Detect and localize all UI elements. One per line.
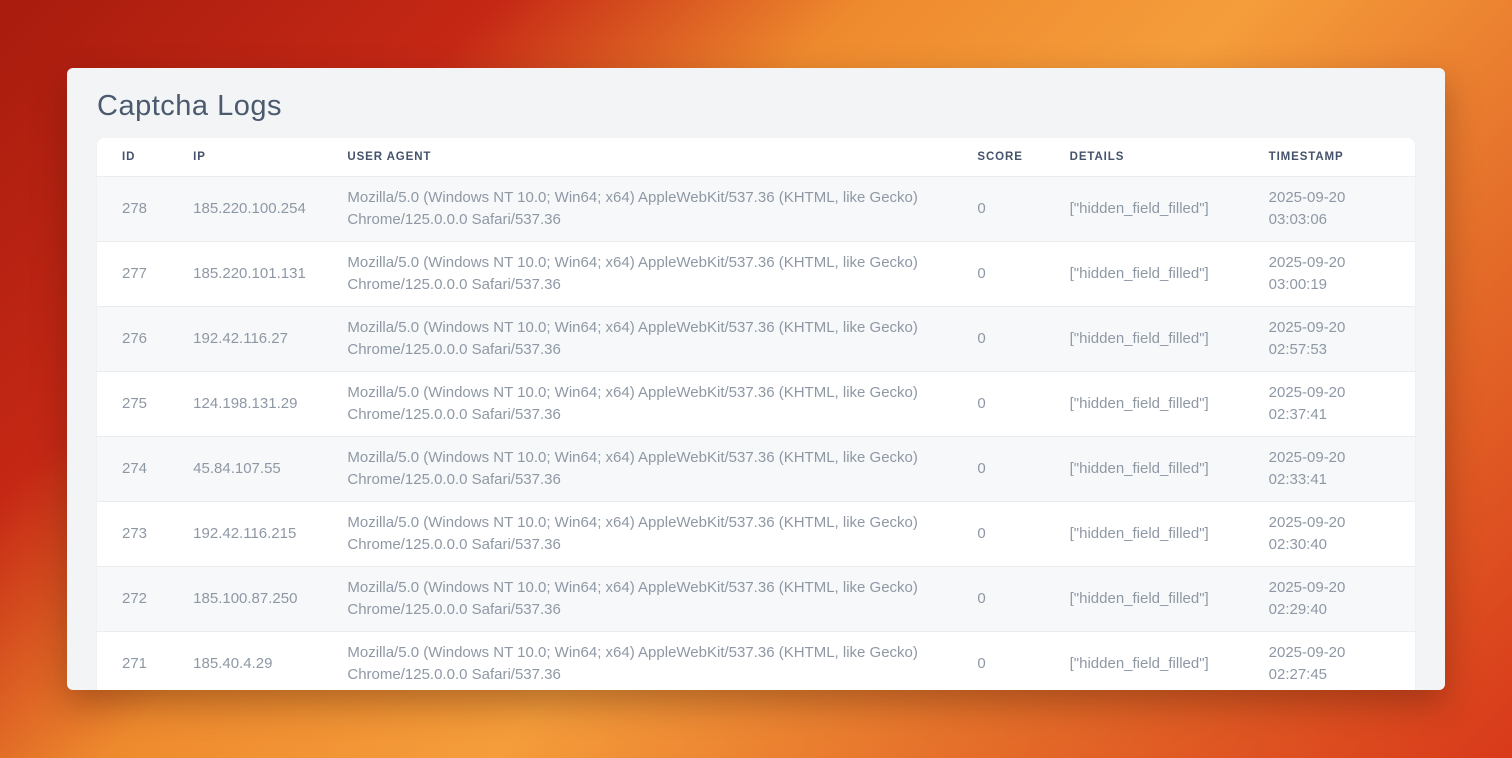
cell-details: ["hidden_field_filled"] [1045, 176, 1244, 241]
cell-ip: 192.42.116.215 [168, 501, 322, 566]
cell-details: ["hidden_field_filled"] [1045, 566, 1244, 631]
cell-ip: 185.220.100.254 [168, 176, 322, 241]
cell-user-agent: Mozilla/5.0 (Windows NT 10.0; Win64; x64… [322, 631, 952, 690]
table-row: 271 185.40.4.29 Mozilla/5.0 (Windows NT … [97, 631, 1415, 690]
cell-score: 0 [952, 631, 1044, 690]
cell-timestamp: 2025-09-20 02:30:40 [1244, 501, 1415, 566]
cell-id: 271 [97, 631, 168, 690]
cell-timestamp: 2025-09-20 02:27:45 [1244, 631, 1415, 690]
cell-details: ["hidden_field_filled"] [1045, 241, 1244, 306]
cell-score: 0 [952, 306, 1044, 371]
cell-user-agent: Mozilla/5.0 (Windows NT 10.0; Win64; x64… [322, 501, 952, 566]
cell-user-agent: Mozilla/5.0 (Windows NT 10.0; Win64; x64… [322, 306, 952, 371]
cell-details: ["hidden_field_filled"] [1045, 371, 1244, 436]
captcha-logs-table: ID IP USER AGENT SCORE DETAILS TIMESTAMP… [97, 138, 1415, 690]
cell-details: ["hidden_field_filled"] [1045, 306, 1244, 371]
cell-ip: 45.84.107.55 [168, 436, 322, 501]
cell-id: 275 [97, 371, 168, 436]
cell-score: 0 [952, 501, 1044, 566]
cell-id: 278 [97, 176, 168, 241]
cell-timestamp: 2025-09-20 02:57:53 [1244, 306, 1415, 371]
cell-ip: 185.220.101.131 [168, 241, 322, 306]
cell-timestamp: 2025-09-20 02:33:41 [1244, 436, 1415, 501]
cell-user-agent: Mozilla/5.0 (Windows NT 10.0; Win64; x64… [322, 371, 952, 436]
table-row: 278 185.220.100.254 Mozilla/5.0 (Windows… [97, 176, 1415, 241]
table-row: 273 192.42.116.215 Mozilla/5.0 (Windows … [97, 501, 1415, 566]
cell-details: ["hidden_field_filled"] [1045, 501, 1244, 566]
column-header-ip: IP [168, 138, 322, 176]
table-row: 277 185.220.101.131 Mozilla/5.0 (Windows… [97, 241, 1415, 306]
cell-details: ["hidden_field_filled"] [1045, 436, 1244, 501]
cell-score: 0 [952, 371, 1044, 436]
table-row: 272 185.100.87.250 Mozilla/5.0 (Windows … [97, 566, 1415, 631]
cell-ip: 192.42.116.27 [168, 306, 322, 371]
cell-ip: 185.100.87.250 [168, 566, 322, 631]
cell-score: 0 [952, 566, 1044, 631]
captcha-logs-card: Captcha Logs ID IP USER AGENT SCORE DETA… [67, 68, 1445, 690]
cell-score: 0 [952, 241, 1044, 306]
column-header-id: ID [97, 138, 168, 176]
cell-score: 0 [952, 436, 1044, 501]
column-header-score: SCORE [952, 138, 1044, 176]
table-row: 276 192.42.116.27 Mozilla/5.0 (Windows N… [97, 306, 1415, 371]
cell-id: 274 [97, 436, 168, 501]
table-header-row: ID IP USER AGENT SCORE DETAILS TIMESTAMP [97, 138, 1415, 176]
page-title: Captcha Logs [97, 90, 1415, 123]
cell-id: 276 [97, 306, 168, 371]
table-row: 275 124.198.131.29 Mozilla/5.0 (Windows … [97, 371, 1415, 436]
cell-user-agent: Mozilla/5.0 (Windows NT 10.0; Win64; x64… [322, 176, 952, 241]
cell-user-agent: Mozilla/5.0 (Windows NT 10.0; Win64; x64… [322, 566, 952, 631]
cell-details: ["hidden_field_filled"] [1045, 631, 1244, 690]
cell-timestamp: 2025-09-20 02:29:40 [1244, 566, 1415, 631]
cell-score: 0 [952, 176, 1044, 241]
column-header-timestamp: TIMESTAMP [1244, 138, 1415, 176]
column-header-useragent: USER AGENT [322, 138, 952, 176]
cell-timestamp: 2025-09-20 03:03:06 [1244, 176, 1415, 241]
cell-timestamp: 2025-09-20 03:00:19 [1244, 241, 1415, 306]
cell-ip: 124.198.131.29 [168, 371, 322, 436]
background-gradient: Captcha Logs ID IP USER AGENT SCORE DETA… [0, 0, 1512, 758]
captcha-logs-table-container: ID IP USER AGENT SCORE DETAILS TIMESTAMP… [97, 138, 1415, 690]
cell-user-agent: Mozilla/5.0 (Windows NT 10.0; Win64; x64… [322, 436, 952, 501]
cell-id: 272 [97, 566, 168, 631]
cell-ip: 185.40.4.29 [168, 631, 322, 690]
cell-id: 273 [97, 501, 168, 566]
cell-timestamp: 2025-09-20 02:37:41 [1244, 371, 1415, 436]
cell-user-agent: Mozilla/5.0 (Windows NT 10.0; Win64; x64… [322, 241, 952, 306]
cell-id: 277 [97, 241, 168, 306]
table-row: 274 45.84.107.55 Mozilla/5.0 (Windows NT… [97, 436, 1415, 501]
column-header-details: DETAILS [1045, 138, 1244, 176]
